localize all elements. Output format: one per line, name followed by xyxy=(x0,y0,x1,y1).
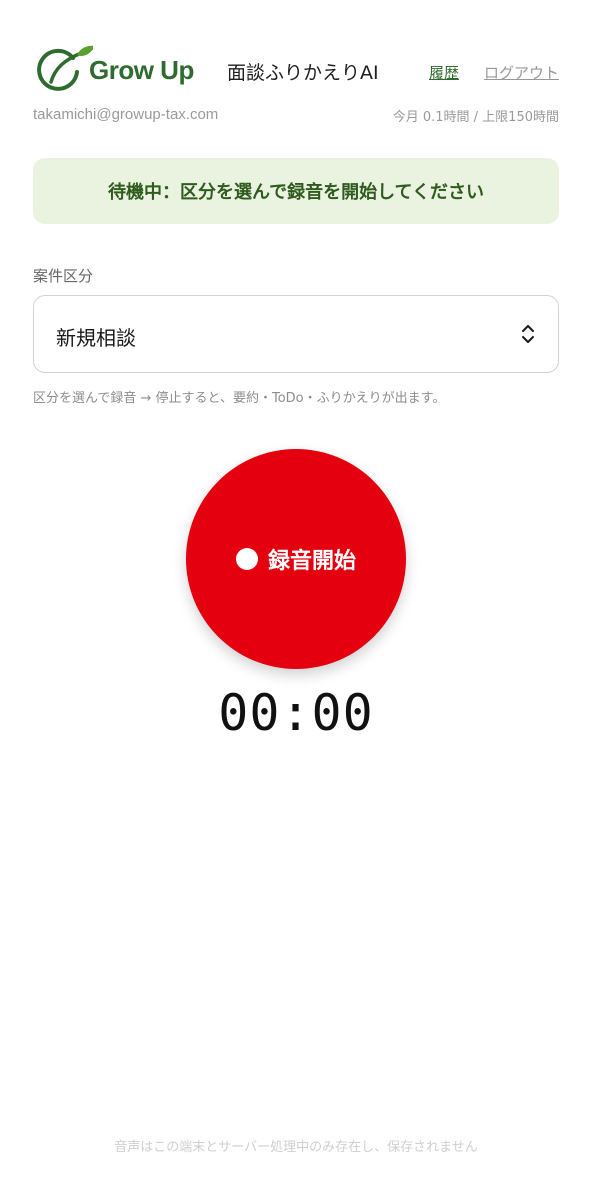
logout-link[interactable]: ログアウト xyxy=(484,62,559,83)
logo-text: Grow Up xyxy=(89,55,194,85)
status-banner: 待機中：区分を選んで録音を開始してください xyxy=(33,158,559,224)
grow-up-logo[interactable]: Grow Up xyxy=(33,42,203,92)
category-select[interactable]: 新規相談 xyxy=(33,295,559,373)
history-link[interactable]: 履歴 xyxy=(429,62,459,83)
leaf-circle-logo-icon xyxy=(37,45,93,91)
status-text: 待機中：区分を選んで録音を開始してください xyxy=(107,182,485,203)
category-select-value: 新規相談 xyxy=(56,326,136,350)
usage-quota: 今月 0.1時間 / 上限150時間 xyxy=(392,110,559,125)
record-start-button[interactable]: 録音開始 xyxy=(186,449,406,669)
category-label: 案件区分 xyxy=(33,267,94,285)
recording-timer: 00:00 xyxy=(218,684,374,742)
usage-hint: 区分を選んで録音 → 停止すると、要約・ToDo・ふりかえりが出ます。 xyxy=(33,391,446,406)
account-row: takamichi@growup-tax.com 今月 0.1時間 / 上限15… xyxy=(33,106,559,126)
user-email: takamichi@growup-tax.com xyxy=(33,106,219,123)
app-title: 面談ふりかえりAI xyxy=(227,62,379,84)
record-button-label: 録音開始 xyxy=(267,549,356,574)
chevron-up-down-icon xyxy=(522,325,534,343)
privacy-note: 音声はこの端末とサーバー処理中のみ存在し、保存されません xyxy=(114,1140,478,1155)
record-dot-icon xyxy=(235,548,258,570)
app-header: Grow Up 面談ふりかえりAI 履歴 ログアウト xyxy=(33,42,559,92)
